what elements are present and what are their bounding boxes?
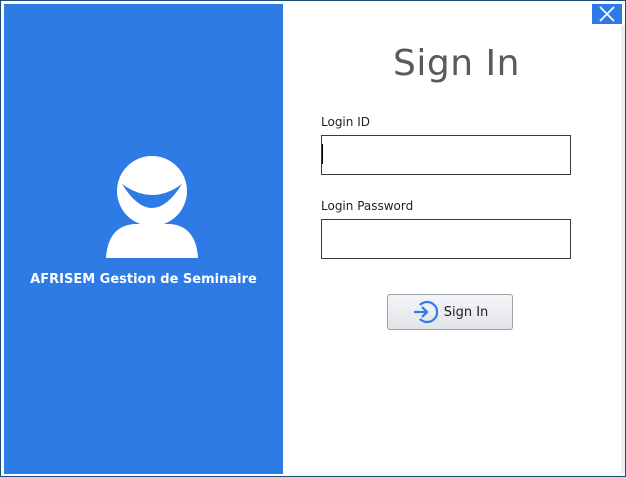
close-icon xyxy=(599,6,615,22)
sign-in-button[interactable]: Sign In xyxy=(387,294,513,330)
sign-in-arrow-icon xyxy=(413,300,438,324)
app-title: AFRISEM Gestion de Seminaire xyxy=(30,272,257,287)
login-id-input[interactable] xyxy=(321,135,571,175)
login-password-label: Login Password xyxy=(321,199,414,213)
window-edge xyxy=(621,25,625,474)
sign-in-button-label: Sign In xyxy=(443,304,489,320)
login-id-label: Login ID xyxy=(321,115,370,129)
text-caret xyxy=(322,144,323,164)
brand-panel: AFRISEM Gestion de Seminaire xyxy=(4,4,283,474)
user-avatar-icon xyxy=(106,156,198,258)
close-button[interactable] xyxy=(592,4,622,24)
page-title: Sign In xyxy=(393,43,520,84)
login-password-input[interactable] xyxy=(321,219,571,259)
login-window: AFRISEM Gestion de Seminaire Sign In Log… xyxy=(0,0,626,477)
